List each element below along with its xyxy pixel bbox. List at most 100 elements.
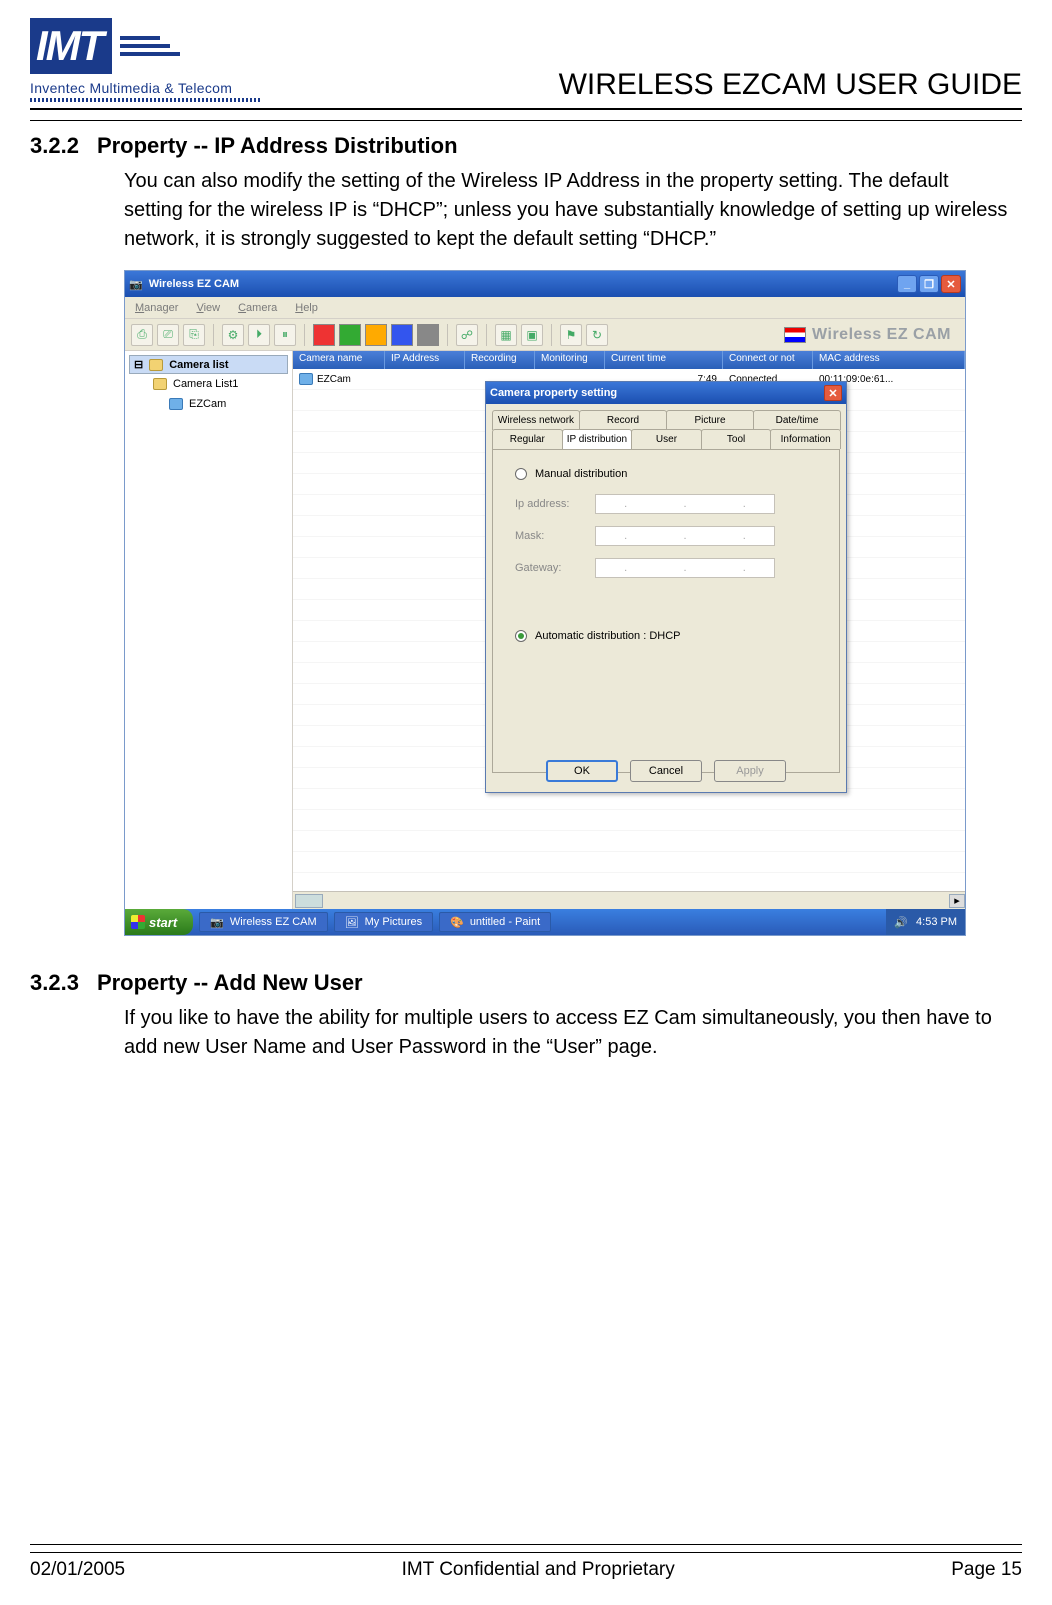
- window-title: Wireless EZ CAM: [149, 278, 239, 290]
- menu-camera[interactable]: Camera: [238, 302, 277, 314]
- section-heading-322: 3.2.2 Property -- IP Address Distributio…: [30, 133, 1022, 159]
- dialog-titlebar[interactable]: Camera property setting ✕: [486, 382, 846, 404]
- toolbar-icon[interactable]: ⏸: [274, 324, 296, 346]
- screenshot-figure: 📷 Wireless EZ CAM _ ❐ ✕ Manager View Cam…: [124, 270, 966, 936]
- system-tray[interactable]: 🔊 4:53 PM: [886, 909, 965, 935]
- close-button[interactable]: ✕: [941, 275, 961, 293]
- brand-label: Wireless EZ CAM: [784, 326, 959, 344]
- toolbar: ⎙ ⎚ ⎘ ⚙ ⏵ ⏸ ☍ ▦ ▣ ⚑ ↻ Wireless EZ CAM: [125, 319, 965, 351]
- folder-icon: [149, 359, 163, 371]
- col-ip-address[interactable]: IP Address: [385, 351, 465, 369]
- toolbar-icon[interactable]: ⚑: [560, 324, 582, 346]
- minus-icon: ⊟: [134, 358, 143, 371]
- header-rule: [30, 120, 1022, 121]
- window-titlebar[interactable]: 📷 Wireless EZ CAM _ ❐ ✕: [125, 271, 965, 297]
- tab-panel: Manual distribution Ip address: ... Mask…: [492, 449, 840, 773]
- radio-icon[interactable]: [515, 630, 527, 642]
- taskbar-item-ezcam[interactable]: 📷 Wireless EZ CAM: [199, 912, 327, 932]
- field-gateway: Gateway: ...: [515, 558, 817, 578]
- toolbar-icon[interactable]: ↻: [586, 324, 608, 346]
- tab-wireless-network[interactable]: Wireless network: [492, 410, 580, 430]
- color-swatch-icon[interactable]: [365, 324, 387, 346]
- ok-button[interactable]: OK: [546, 760, 618, 782]
- flag-icon: [784, 327, 806, 343]
- section-title: Property -- IP Address Distribution: [97, 133, 458, 159]
- toolbar-icon[interactable]: ▣: [521, 324, 543, 346]
- tab-picture[interactable]: Picture: [666, 410, 754, 430]
- toolbar-icon[interactable]: ☍: [456, 324, 478, 346]
- tab-date-time[interactable]: Date/time: [753, 410, 841, 430]
- toolbar-icon[interactable]: ⎙: [131, 324, 153, 346]
- section-number: 3.2.3: [30, 970, 79, 996]
- toolbar-icon[interactable]: ⏵: [248, 324, 270, 346]
- menu-help[interactable]: Help: [295, 302, 318, 314]
- color-swatch-icon[interactable]: [417, 324, 439, 346]
- apply-button[interactable]: Apply: [714, 760, 786, 782]
- tab-user[interactable]: User: [631, 429, 702, 449]
- logo-mark: IMT: [30, 18, 112, 74]
- radio-manual[interactable]: Manual distribution: [515, 468, 817, 480]
- camera-icon: [299, 373, 313, 385]
- field-mask: Mask: ...: [515, 526, 817, 546]
- color-swatch-icon[interactable]: [313, 324, 335, 346]
- tab-regular[interactable]: Regular: [492, 429, 563, 449]
- taskbar-item-mypictures[interactable]: 🖼 My Pictures: [334, 912, 433, 932]
- col-camera-name[interactable]: Camera name: [293, 351, 385, 369]
- section-body-323: If you like to have the ability for mult…: [124, 1004, 1012, 1062]
- toolbar-icon[interactable]: ⚙: [222, 324, 244, 346]
- section-number: 3.2.2: [30, 133, 79, 159]
- taskbar-item-paint[interactable]: 🎨 untitled - Paint: [439, 912, 551, 932]
- radio-auto-dhcp[interactable]: Automatic distribution : DHCP: [515, 630, 817, 642]
- section-heading-323: 3.2.3 Property -- Add New User: [30, 970, 1022, 996]
- toolbar-icon[interactable]: ▦: [495, 324, 517, 346]
- scrollbar-thumb[interactable]: [295, 894, 323, 908]
- ip-address-input[interactable]: ...: [595, 494, 775, 514]
- footer-rule: [30, 1544, 1022, 1545]
- start-button[interactable]: start: [125, 909, 193, 935]
- mask-input[interactable]: ...: [595, 526, 775, 546]
- menu-bar: Manager View Camera Help: [125, 297, 965, 319]
- scroll-right-icon[interactable]: ▸: [949, 894, 965, 908]
- taskbar: start 📷 Wireless EZ CAM 🖼 My Pictures 🎨 …: [125, 909, 965, 935]
- grid-header: Camera name IP Address Recording Monitor…: [293, 351, 965, 369]
- page-header: IMT Inventec Multimedia & Telecom WIRELE…: [30, 0, 1022, 110]
- menu-manager[interactable]: Manager: [135, 302, 178, 314]
- tree-item-ezcam[interactable]: EZCam: [129, 394, 288, 414]
- tab-information[interactable]: Information: [770, 429, 841, 449]
- tab-record[interactable]: Record: [579, 410, 667, 430]
- footer-page: Page 15: [951, 1559, 1022, 1581]
- menu-view[interactable]: View: [196, 302, 220, 314]
- color-swatch-icon[interactable]: [339, 324, 361, 346]
- cancel-button[interactable]: Cancel: [630, 760, 702, 782]
- minimize-button[interactable]: _: [897, 275, 917, 293]
- tree-item-cameralist1[interactable]: Camera List1: [129, 374, 288, 394]
- clock: 4:53 PM: [916, 916, 957, 928]
- logo-block: IMT Inventec Multimedia & Telecom: [30, 18, 260, 102]
- toolbar-icon[interactable]: ⎚: [157, 324, 179, 346]
- col-monitoring[interactable]: Monitoring: [535, 351, 605, 369]
- color-swatch-icon[interactable]: [391, 324, 413, 346]
- toolbar-icon[interactable]: ⎘: [183, 324, 205, 346]
- document-title: WIRELESS EZCAM USER GUIDE: [559, 68, 1022, 102]
- logo-stripes-icon: [120, 36, 180, 56]
- camera-icon: [169, 398, 183, 410]
- col-mac[interactable]: MAC address: [813, 351, 965, 369]
- logo-subtitle: Inventec Multimedia & Telecom: [30, 80, 260, 96]
- maximize-button[interactable]: ❐: [919, 275, 939, 293]
- dialog-title: Camera property setting: [490, 387, 617, 399]
- col-current-time[interactable]: Current time: [605, 351, 723, 369]
- radio-icon[interactable]: [515, 468, 527, 480]
- footer-date: 02/01/2005: [30, 1559, 125, 1581]
- tab-ip-distribution[interactable]: IP distribution: [562, 429, 633, 449]
- tray-icon[interactable]: 🔊: [894, 916, 908, 929]
- folder-icon: 🖼: [345, 916, 359, 929]
- col-connect[interactable]: Connect or not: [723, 351, 813, 369]
- horizontal-scrollbar[interactable]: ▸: [293, 891, 965, 909]
- gateway-input[interactable]: ...: [595, 558, 775, 578]
- tree-root[interactable]: ⊟ Camera list: [129, 355, 288, 374]
- col-recording[interactable]: Recording: [465, 351, 535, 369]
- field-ip-address: Ip address: ...: [515, 494, 817, 514]
- tab-tool[interactable]: Tool: [701, 429, 772, 449]
- camera-property-dialog: Camera property setting ✕ Wireless netwo…: [485, 381, 847, 793]
- dialog-close-button[interactable]: ✕: [824, 385, 842, 401]
